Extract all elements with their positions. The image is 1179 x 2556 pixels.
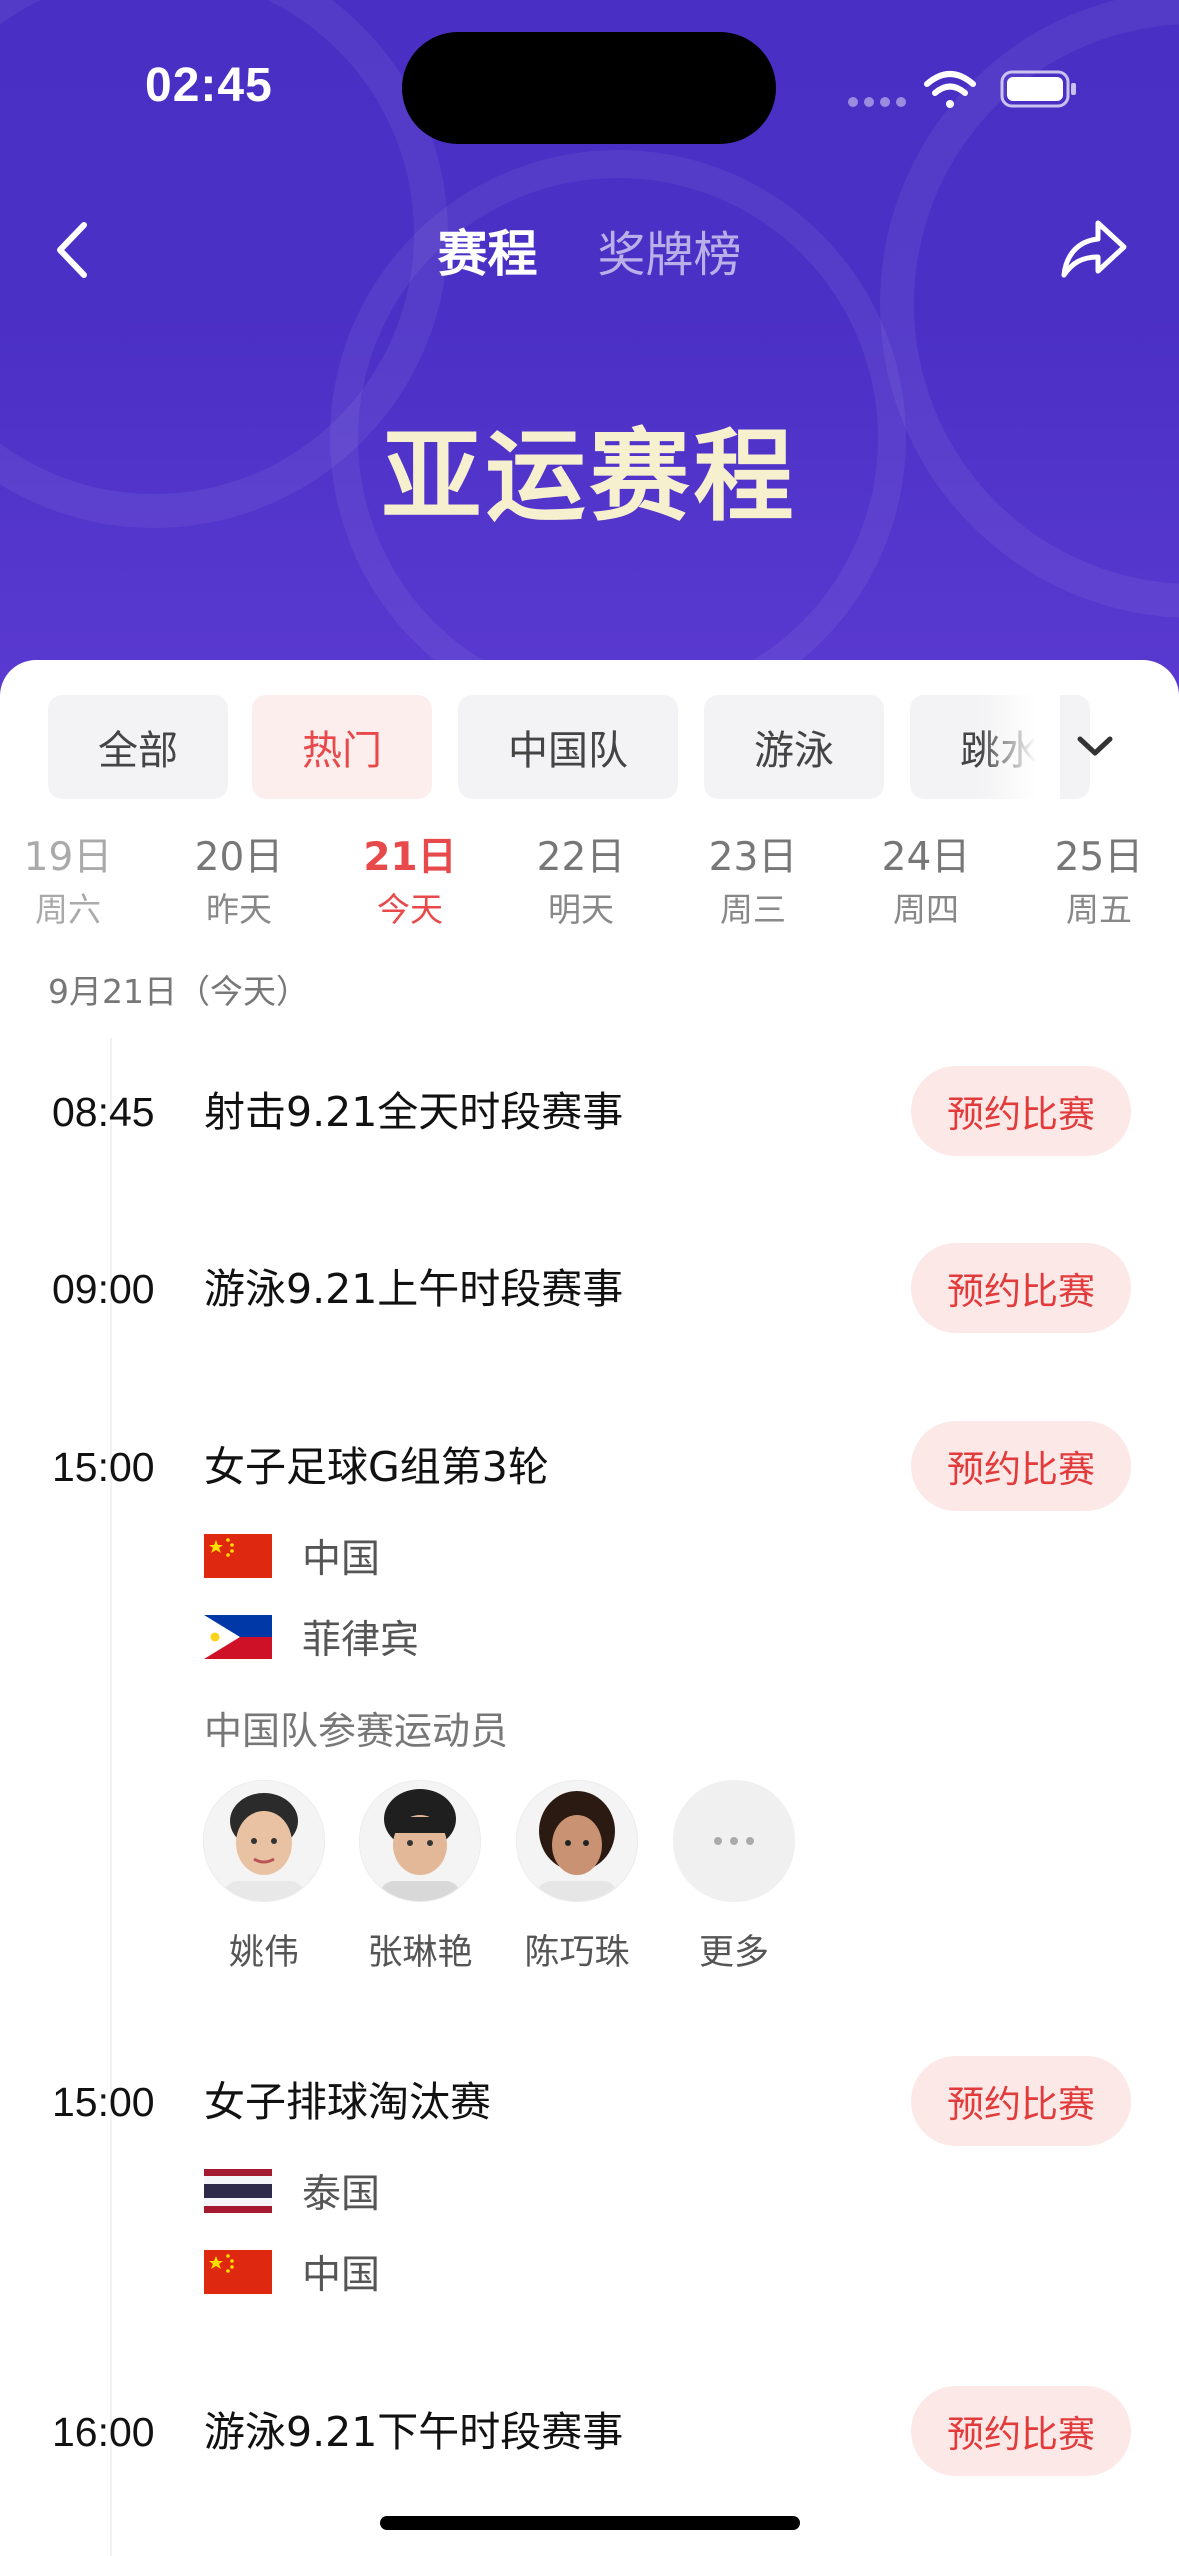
book-match-button[interactable]: 预约比赛 [911,2056,1131,2146]
expand-filters-button[interactable] [1070,722,1120,772]
team-row: 中国 [204,1524,380,1588]
date-item[interactable]: 24日周四 [846,830,1006,934]
book-match-button[interactable]: 预约比赛 [911,1243,1131,1333]
thailand-flag-icon [204,2169,272,2213]
home-indicator[interactable] [380,2516,800,2530]
event-title[interactable]: 游泳9.21上午时段赛事 [204,1257,623,1321]
date-item[interactable]: 25日周五 [1019,830,1179,934]
athlete-item[interactable]: 张琳艳 [350,1780,490,1975]
china-flag-icon [204,1534,272,1578]
date-weekday: 周六 [35,890,101,929]
date-strip: 19日周六 20日昨天 21日今天 22日明天 23日周三 24日周四 25日周… [0,830,1179,950]
filter-chip-china[interactable]: 中国队 [458,695,678,799]
date-weekday: 周五 [1066,890,1132,929]
athletes-label: 中国队参赛运动员 [204,1709,509,1753]
share-icon [1061,220,1127,278]
team-name: 菲律宾 [302,1618,420,1663]
event-time: 08:45 [52,1089,155,1135]
event-title[interactable]: 游泳9.21下午时段赛事 [204,2400,623,2464]
date-day: 21日 [363,835,457,880]
china-flag-icon [204,2250,272,2294]
athlete-item[interactable]: 陈巧珠 [507,1780,647,1975]
date-item[interactable]: 22日明天 [501,830,661,934]
more-label: 更多 [698,1933,769,1973]
date-weekday: 明天 [548,890,614,929]
schedule-sheet: 全部 热门 中国队 游泳 跳水 19日周六 20日昨天 21日今天 22日明天 … [0,660,1179,2556]
date-day: 25日 [1054,835,1144,880]
team-row: 菲律宾 [204,1605,419,1669]
more-athletes-button[interactable]: 更多 [664,1780,804,1975]
team-row: 中国 [204,2240,380,2304]
avatar [203,1780,325,1902]
status-time: 02:45 [145,59,273,112]
dynamic-island [402,32,776,144]
date-item[interactable]: 19日周六 [0,830,148,934]
page-title: 亚运赛程 [381,418,798,535]
book-match-button[interactable]: 预约比赛 [911,1421,1131,1511]
chevron-down-icon [1077,736,1113,756]
avatar [359,1780,481,1902]
book-match-button[interactable]: 预约比赛 [911,2386,1131,2476]
date-weekday: 今天 [377,890,443,929]
event-title[interactable]: 女子足球G组第3轮 [204,1435,549,1499]
hero-header: 02:45 赛程 奖牌榜 亚运赛程 [0,0,1179,700]
filter-chips: 全部 热门 中国队 游泳 跳水 [48,695,1118,799]
wifi-icon [924,71,976,108]
athlete-name: 陈巧珠 [524,1933,630,1973]
share-button[interactable] [1058,215,1130,285]
team-name: 泰国 [302,2172,381,2217]
event-title[interactable]: 射击9.21全天时段赛事 [204,1080,623,1144]
date-day: 20日 [194,835,284,880]
tab-medals[interactable]: 奖牌榜 [597,215,741,285]
filter-chip-swimming[interactable]: 游泳 [704,695,884,799]
event-time: 09:00 [52,1266,155,1312]
event-title[interactable]: 女子排球淘汰赛 [204,2070,491,2134]
event-time: 16:00 [52,2409,155,2455]
date-item[interactable]: 23日周三 [673,830,833,934]
athlete-name: 姚伟 [228,1933,299,1973]
date-item-today[interactable]: 21日今天 [330,830,490,934]
filter-chip-all[interactable]: 全部 [48,695,228,799]
status-icons [845,62,1085,112]
chip-fade [980,690,1060,800]
event-time: 15:00 [52,2079,155,2125]
date-weekday: 周三 [720,890,786,929]
date-day: 24日 [881,835,971,880]
team-name: 中国 [302,2253,381,2298]
philippines-flag-icon [204,1615,272,1659]
signal-icon [848,97,906,107]
day-label: 9月21日（今天） [48,972,309,1011]
tab-schedule[interactable]: 赛程 [437,214,537,286]
date-day: 19日 [23,835,113,880]
top-tabs: 赛程 奖牌榜 [0,215,1179,285]
athlete-name: 张琳艳 [367,1933,473,1973]
team-row: 泰国 [204,2159,380,2223]
team-name: 中国 [302,1537,381,1582]
battery-icon [1000,70,1076,108]
avatar [516,1780,638,1902]
more-icon [673,1780,795,1902]
event-time: 15:00 [52,1444,155,1490]
date-day: 22日 [536,835,626,880]
filter-chip-hot[interactable]: 热门 [252,695,432,799]
book-match-button[interactable]: 预约比赛 [911,1066,1131,1156]
date-weekday: 昨天 [206,890,272,929]
date-weekday: 周四 [893,890,959,929]
date-item[interactable]: 20日昨天 [159,830,319,934]
date-day: 23日 [708,835,798,880]
athlete-item[interactable]: 姚伟 [194,1780,334,1975]
